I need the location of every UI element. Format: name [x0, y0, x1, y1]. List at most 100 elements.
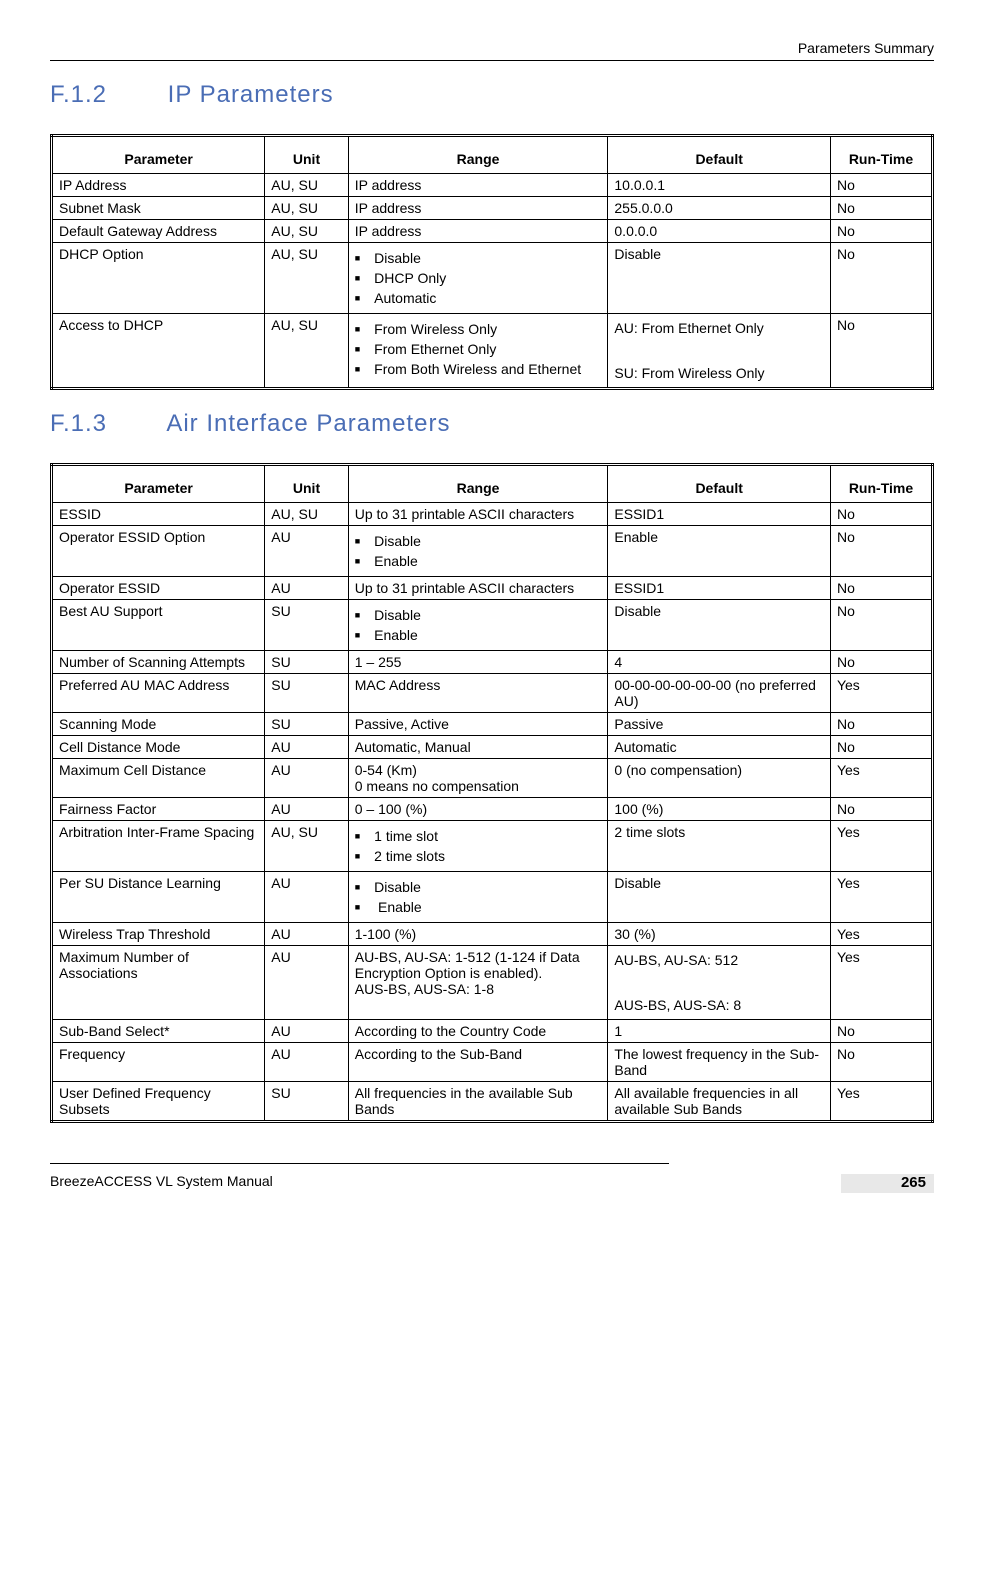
default-text: 4	[614, 654, 622, 670]
cell-default: 30 (%)	[608, 923, 831, 946]
cell-unit: AU	[265, 923, 348, 946]
cell-unit: AU	[265, 1043, 348, 1082]
cell-unit: AU	[265, 872, 348, 923]
range-text: 0-54 (Km) 0 means no compensation	[355, 762, 519, 794]
range-text: 0 – 100 (%)	[355, 801, 427, 817]
range-bullet-list: From Wireless OnlyFrom Ethernet OnlyFrom…	[355, 319, 602, 379]
footer: BreezeACCESS VL System Manual 265	[50, 1163, 934, 1189]
col-header-default: Default	[608, 136, 831, 174]
cell-parameter: Wireless Trap Threshold	[52, 923, 265, 946]
cell-unit: AU, SU	[265, 503, 348, 526]
section-heading-ip: F.1.2 IP Parameters	[50, 81, 934, 109]
ip-parameters-table: Parameter Unit Range Default Run-Time IP…	[50, 134, 934, 390]
header-right: Parameters Summary	[50, 40, 934, 61]
table-row: ESSIDAU, SU Up to 31 printable ASCII char…	[52, 503, 933, 526]
cell-range: Automatic, Manual	[348, 736, 608, 759]
cell-runtime: No	[830, 314, 932, 389]
cell-parameter: Cell Distance Mode	[52, 736, 265, 759]
footer-page-number: 265	[841, 1174, 934, 1193]
cell-runtime: Yes	[830, 946, 932, 1020]
cell-runtime: No	[830, 1020, 932, 1043]
table-row: Operator ESSID OptionAUDisableEnableEnab…	[52, 526, 933, 577]
range-text: All frequencies in the available Sub Ban…	[355, 1085, 573, 1117]
range-text: IP address	[355, 200, 422, 216]
cell-default: Enable	[608, 526, 831, 577]
cell-unit: SU	[265, 651, 348, 674]
cell-runtime: No	[830, 577, 932, 600]
cell-range: IP address	[348, 197, 608, 220]
range-text: IP address	[355, 177, 422, 193]
range-text: AU-BS, AU-SA: 1-512 (1-124 if Data Encry…	[355, 949, 580, 997]
default-text: 2 time slots	[614, 824, 685, 840]
cell-unit: SU	[265, 1082, 348, 1122]
default-text: AU: From Ethernet OnlySU: From Wireless …	[614, 317, 824, 384]
cell-unit: AU	[265, 526, 348, 577]
range-text: Up to 31 printable ASCII characters	[355, 506, 574, 522]
cell-range: AU-BS, AU-SA: 1-512 (1-124 if Data Encry…	[348, 946, 608, 1020]
cell-range: 1 – 255	[348, 651, 608, 674]
table-row: Operator ESSIDAUUp to 31 printable ASCII…	[52, 577, 933, 600]
cell-parameter: IP Address	[52, 174, 265, 197]
table-row: Cell Distance ModeAUAutomatic, ManualAut…	[52, 736, 933, 759]
cell-range: Disable Enable	[348, 872, 608, 923]
cell-parameter: Subnet Mask	[52, 197, 265, 220]
footer-manual-title: BreezeACCESS VL System Manual	[50, 1173, 273, 1189]
cell-default: Disable	[608, 600, 831, 651]
range-bullet-list: 1 time slot2 time slots	[355, 826, 602, 866]
cell-parameter: Default Gateway Address	[52, 220, 265, 243]
default-text: ESSID1	[614, 506, 664, 522]
range-bullet-item: Enable	[373, 897, 602, 917]
cell-parameter: Per SU Distance Learning	[52, 872, 265, 923]
cell-default: 4	[608, 651, 831, 674]
default-text: ESSID1	[614, 580, 664, 596]
cell-default: 0.0.0.0	[608, 220, 831, 243]
cell-parameter: Sub-Band Select*	[52, 1020, 265, 1043]
range-bullet-item: Disable	[373, 248, 602, 268]
cell-unit: AU	[265, 946, 348, 1020]
cell-default: 00-00-00-00-00-00 (no preferred AU)	[608, 674, 831, 713]
range-bullet-item: Disable	[373, 605, 602, 625]
cell-range: IP address	[348, 174, 608, 197]
col-header-runtime: Run-Time	[830, 465, 932, 503]
range-bullet-item: From Ethernet Only	[373, 339, 602, 359]
cell-runtime: Yes	[830, 1082, 932, 1122]
cell-parameter: Scanning Mode	[52, 713, 265, 736]
cell-runtime: No	[830, 798, 932, 821]
table-row: Default Gateway AddressAU, SUIP address0…	[52, 220, 933, 243]
cell-unit: AU, SU	[265, 174, 348, 197]
cell-unit: AU	[265, 1020, 348, 1043]
cell-runtime: No	[830, 220, 932, 243]
table-row: Per SU Distance LearningAUDisable Enable…	[52, 872, 933, 923]
cell-range: MAC Address	[348, 674, 608, 713]
range-bullet-item: Enable	[373, 625, 602, 645]
cell-parameter: Preferred AU MAC Address	[52, 674, 265, 713]
range-bullet-item: From Wireless Only	[373, 319, 602, 339]
cell-parameter: Access to DHCP	[52, 314, 265, 389]
cell-range: 1-100 (%)	[348, 923, 608, 946]
cell-runtime: No	[830, 174, 932, 197]
range-text: 1 – 255	[355, 654, 402, 670]
cell-parameter: ESSID	[52, 503, 265, 526]
cell-range: From Wireless OnlyFrom Ethernet OnlyFrom…	[348, 314, 608, 389]
cell-parameter: Operator ESSID Option	[52, 526, 265, 577]
range-text: IP address	[355, 223, 422, 239]
table-row: Sub-Band Select*AUAccording to the Count…	[52, 1020, 933, 1043]
cell-default: 2 time slots	[608, 821, 831, 872]
cell-parameter: Arbitration Inter-Frame Spacing	[52, 821, 265, 872]
range-text: Passive, Active	[355, 716, 449, 732]
cell-range: DisableEnable	[348, 526, 608, 577]
cell-default: AU: From Ethernet OnlySU: From Wireless …	[608, 314, 831, 389]
table-row: Maximum Number of AssociationsAUAU-BS, A…	[52, 946, 933, 1020]
cell-runtime: Yes	[830, 759, 932, 798]
default-text: 0 (no compensation)	[614, 762, 742, 778]
cell-runtime: No	[830, 651, 932, 674]
cell-default: The lowest frequency in the Sub-Band	[608, 1043, 831, 1082]
cell-unit: AU, SU	[265, 314, 348, 389]
default-text: The lowest frequency in the Sub-Band	[614, 1046, 819, 1078]
cell-range: IP address	[348, 220, 608, 243]
cell-default: All available frequencies in all availab…	[608, 1082, 831, 1122]
range-text: Automatic, Manual	[355, 739, 471, 755]
cell-unit: SU	[265, 713, 348, 736]
default-text: Disable	[614, 603, 661, 619]
cell-runtime: No	[830, 713, 932, 736]
